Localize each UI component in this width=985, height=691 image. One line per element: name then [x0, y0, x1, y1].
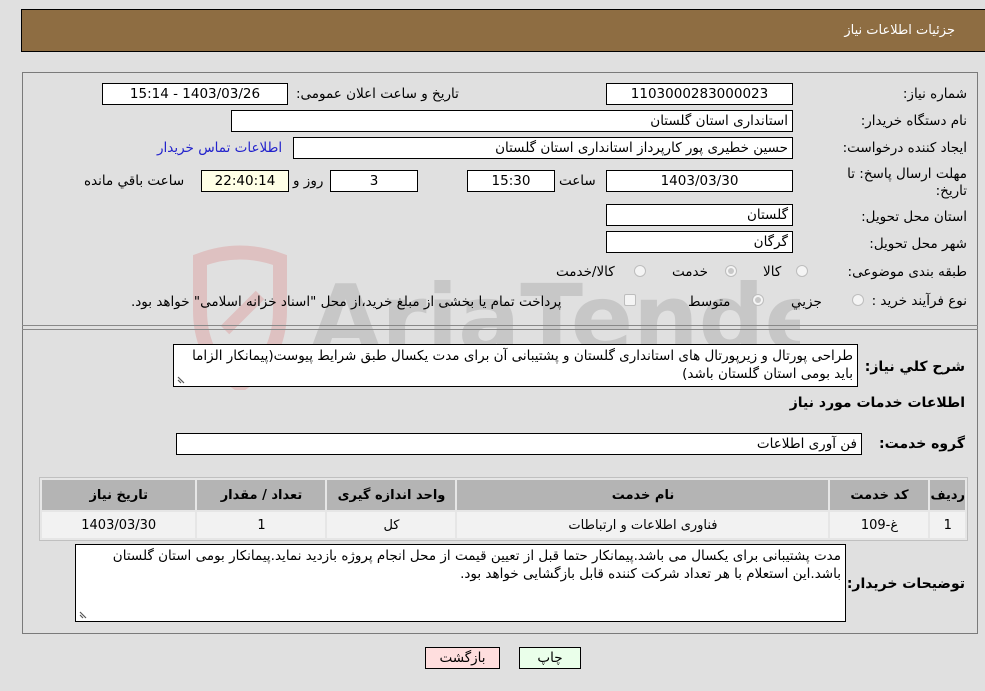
announce-label: تاریخ و ساعت اعلان عمومی: [296, 86, 459, 102]
remaining-time-field: 22:40:14 [201, 170, 289, 192]
category-option-goods-service: کالا/خدمت [556, 264, 615, 280]
creator-label: ایجاد کننده درخواست: [842, 140, 967, 156]
service-group-label: گروه خدمت: [879, 436, 965, 452]
province-field[interactable]: گلستان [606, 204, 793, 226]
category-label: طبقه بندی موضوعی: [847, 264, 967, 280]
cell-need-date: 1403/03/30 [39, 510, 198, 540]
process-option-minor: جزیي [791, 294, 822, 310]
service-group-field[interactable]: فن آوری اطلاعات [176, 433, 862, 455]
buyer-org-field[interactable]: استانداری استان گلستان [231, 110, 793, 132]
services-table-wrapper: ردیف کد خدمت نام خدمت واحد اندازه گیری ت… [39, 477, 968, 541]
province-label: استان محل تحویل: [861, 209, 967, 225]
col-service-code: کد خدمت [828, 478, 931, 512]
table-row: 1 غ-109 فناوری اطلاعات و ارتباطات کل 1 1… [39, 510, 967, 540]
page-title: جزئیات اطلاعات نیاز [844, 23, 955, 38]
need-number-label: شماره نیاز: [902, 86, 967, 102]
cell-service-name: فناوری اطلاعات و ارتباطات [455, 510, 831, 540]
col-quantity: تعداد / مقدار [195, 478, 328, 512]
category-radio-goods[interactable] [796, 265, 808, 277]
category-radio-service[interactable] [725, 265, 737, 277]
services-section-title: اطلاعات خدمات مورد نیاز [789, 395, 965, 411]
deadline-label-2: تاریخ: [935, 183, 967, 199]
treasury-checkbox[interactable] [624, 294, 636, 306]
buyer-notes-text: مدت پشتیبانی برای یکسال می باشد.پیمانکار… [112, 548, 841, 582]
services-table: ردیف کد خدمت نام خدمت واحد اندازه گیری ت… [39, 478, 967, 540]
remaining-label: ساعت باقي مانده [84, 173, 185, 189]
days-field[interactable]: 3 [330, 170, 418, 192]
category-option-goods: کالا [763, 264, 782, 280]
buyer-contact-link[interactable]: اطلاعات تماس خریدار [157, 140, 282, 156]
table-header-row: ردیف کد خدمت نام خدمت واحد اندازه گیری ت… [39, 478, 967, 512]
deadline-label: مهلت ارسال پاسخ: تا [847, 166, 967, 182]
col-row-number: ردیف [928, 478, 967, 512]
col-need-date: تاریخ نیاز [39, 478, 198, 512]
back-button[interactable]: بازگشت [425, 647, 500, 669]
buyer-org-label: نام دستگاه خریدار: [860, 113, 967, 129]
page-header: جزئیات اطلاعات نیاز [21, 9, 985, 52]
need-number-field[interactable]: 1103000283000023 [606, 83, 793, 105]
process-label: نوع فرآیند خرید : [871, 293, 967, 309]
description-text: طراحی پورتال و زیرپورتال های استانداری گ… [192, 348, 853, 382]
deadline-time-field[interactable]: 15:30 [467, 170, 555, 192]
cell-unit: کل [325, 510, 458, 540]
city-label: شهر محل تحویل: [869, 236, 967, 252]
announce-field[interactable]: 1403/03/26 - 15:14 [102, 83, 288, 105]
process-radio-medium[interactable] [752, 294, 764, 306]
resize-grip-icon[interactable] [79, 609, 89, 619]
cell-service-code: غ-109 [828, 510, 931, 540]
time-label: ساعت [559, 173, 596, 189]
treasury-note: پرداخت تمام یا بخشی از مبلغ خرید،از محل … [131, 294, 562, 310]
description-label: شرح کلي نیاز: [864, 359, 965, 375]
deadline-date-field[interactable]: 1403/03/30 [606, 170, 793, 192]
city-field[interactable]: گرگان [606, 231, 793, 253]
category-radio-goods-service[interactable] [634, 265, 646, 277]
print-button[interactable]: چاپ [519, 647, 581, 669]
buyer-notes-textarea[interactable]: مدت پشتیبانی برای یکسال می باشد.پیمانکار… [75, 544, 846, 622]
description-textarea[interactable]: طراحی پورتال و زیرپورتال های استانداری گ… [173, 344, 858, 387]
cell-row-number: 1 [928, 510, 967, 540]
divider [22, 329, 978, 330]
process-radio-minor[interactable] [852, 294, 864, 306]
process-option-medium: متوسط [688, 294, 731, 310]
category-option-service: خدمت [672, 264, 708, 280]
col-service-name: نام خدمت [455, 478, 831, 512]
creator-field[interactable]: حسین خطیری پور کارپرداز استانداری استان … [293, 137, 793, 159]
buyer-notes-label: توضیحات خریدار: [846, 576, 965, 592]
cell-quantity: 1 [195, 510, 328, 540]
col-unit: واحد اندازه گیری [325, 478, 458, 512]
divider [22, 325, 978, 326]
resize-grip-icon[interactable] [177, 374, 187, 384]
days-label: روز و [293, 173, 324, 189]
